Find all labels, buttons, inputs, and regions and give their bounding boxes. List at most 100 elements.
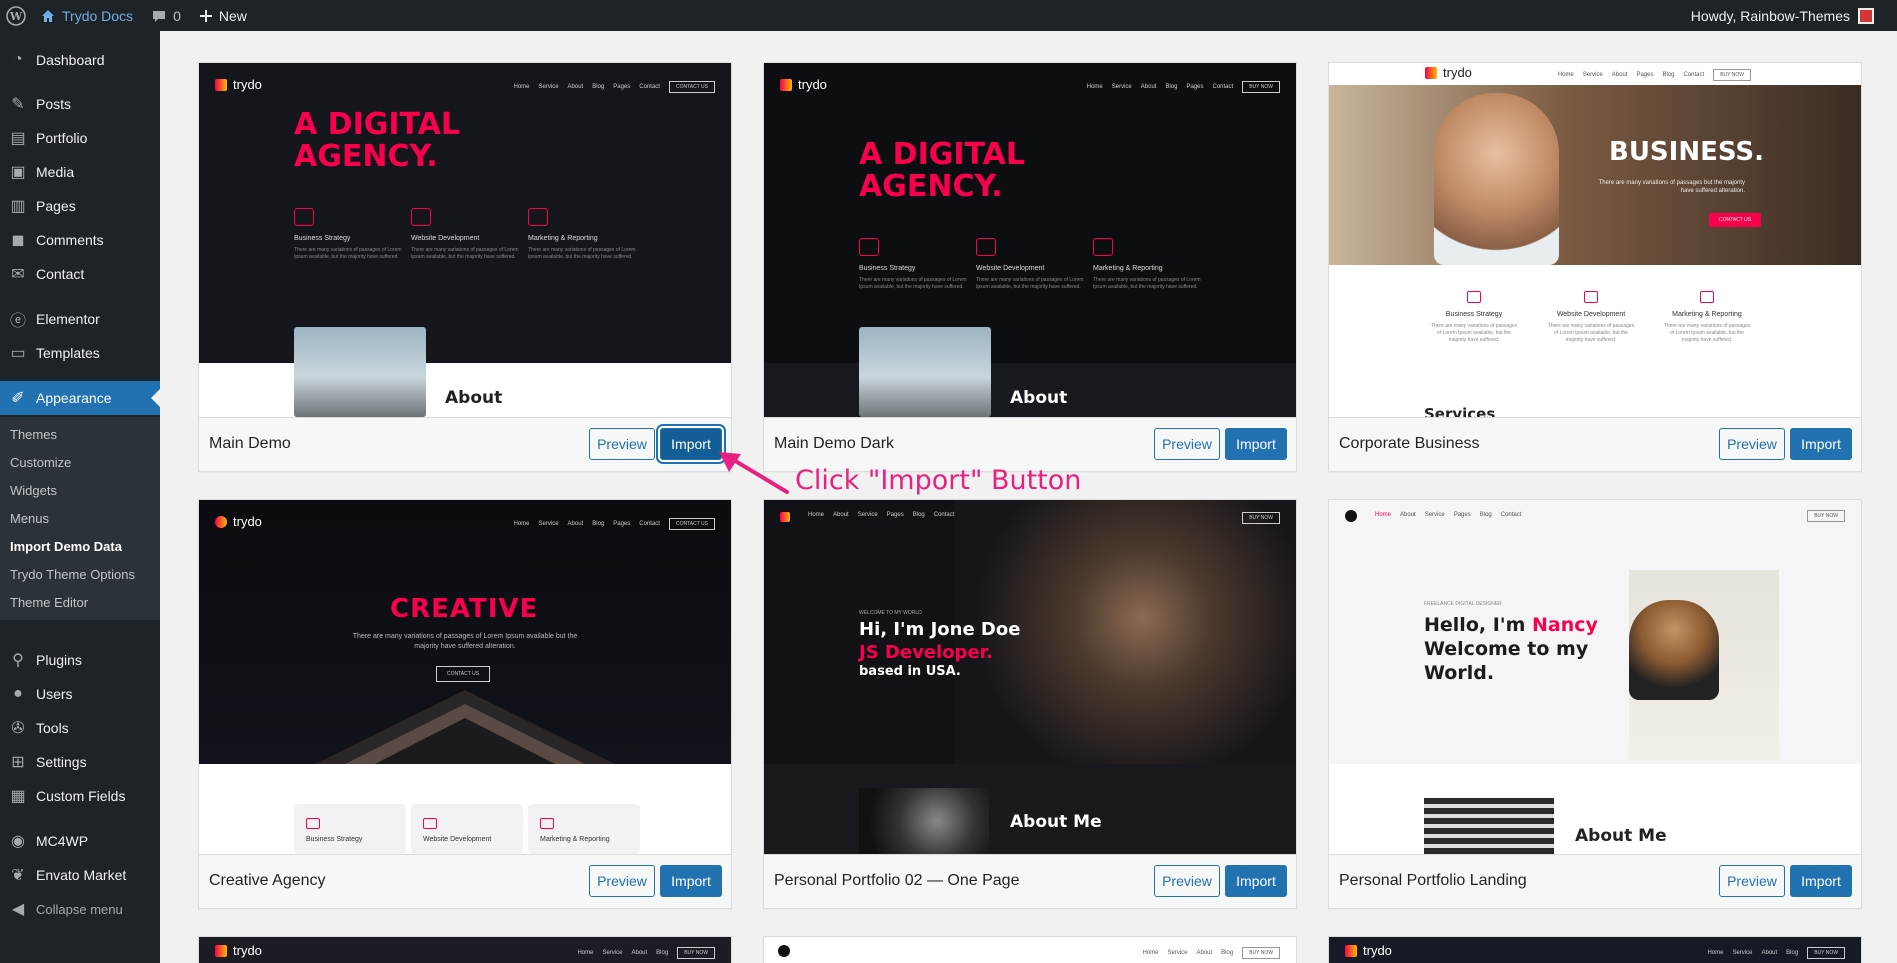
comment-count: 0	[173, 7, 181, 24]
comments-icon: ◼	[11, 232, 25, 249]
submenu-themes[interactable]: Themes	[10, 427, 57, 442]
import-button[interactable]: Import	[1790, 865, 1852, 897]
about-title: About Me	[1575, 826, 1667, 846]
submenu-widgets[interactable]: Widgets	[10, 483, 57, 498]
menu-posts[interactable]: ✎ Posts	[0, 87, 160, 121]
service-1: Business Strategy	[294, 804, 406, 854]
preview-button[interactable]: Preview	[1154, 865, 1220, 897]
hero-kicker: WELCOME TO MY WORLD	[859, 610, 922, 616]
trydo-logo: trydo	[215, 943, 262, 958]
menu-mc4wp[interactable]: ◉ MC4WP	[0, 824, 160, 858]
menu-contact[interactable]: ✉ Contact	[0, 257, 160, 291]
brand-mark	[1345, 510, 1357, 522]
menu-appearance[interactable]: ✐ Appearance	[0, 381, 160, 415]
mini-nav: Home Service About Blog Pages Contact CONTACT …	[514, 518, 715, 530]
trydo-logo: trydo	[1345, 943, 1392, 958]
settings-icon: ⊞	[11, 754, 25, 771]
preview-button[interactable]: Preview	[1719, 428, 1785, 460]
menu-label: Contact	[36, 266, 85, 282]
demo-name: Main Demo	[209, 435, 291, 452]
service-3: Marketing & Reporting There are many vari…	[1662, 291, 1752, 344]
submenu-menus[interactable]: Menus	[10, 511, 49, 526]
wordpress-logo-icon[interactable]: W	[0, 0, 31, 31]
menu-custom-fields[interactable]: ▦ Custom Fields	[0, 779, 160, 813]
annotation-arrow	[719, 452, 789, 494]
menu-settings[interactable]: ⊞ Settings	[0, 745, 160, 779]
menu-label: Templates	[36, 345, 100, 361]
leaf-icon: ❦	[11, 867, 25, 884]
preview-button[interactable]: Preview	[1154, 428, 1220, 460]
menu-plugins[interactable]: ⚲ Plugins	[0, 643, 160, 677]
menu-label: Comments	[36, 232, 104, 248]
mini-nav: Home Service About Blog Pages Contact BUY NOW	[1087, 81, 1280, 93]
demo-card-personal-portfolio-02: Home About Service Pages Blog Contact BUY NOW…	[763, 499, 1297, 909]
service-1: Business Strategy There are many variatio…	[859, 238, 969, 291]
admin-sidebar: ◔ Dashboard ✎ Posts ▤ Portfolio ▣ Media ▥ Pag…	[0, 31, 160, 963]
menu-label: Dashboard	[36, 52, 105, 68]
hero-kicker: FREELANCE DIGITAL DESIGNER	[1424, 601, 1502, 607]
demo-screenshot: Home About Service Pages Blog Contact BUY NOW…	[1329, 500, 1861, 854]
demo-card-footer: Main Demo Preview Import	[199, 417, 731, 471]
brand-mark	[778, 945, 790, 957]
menu-comments[interactable]: ◼ Comments	[0, 223, 160, 257]
menu-label: Elementor	[36, 311, 100, 327]
menu-users[interactable]: ● Users	[0, 677, 160, 711]
menu-dashboard[interactable]: ◔ Dashboard	[0, 43, 160, 77]
import-button[interactable]: Import	[660, 428, 722, 460]
submenu-customize[interactable]: Customize	[10, 455, 71, 470]
my-account-link[interactable]: Howdy, Rainbow-Themes	[1682, 0, 1883, 31]
service-3: Marketing & Reporting There are many vari…	[528, 208, 638, 261]
import-button[interactable]: Import	[1225, 865, 1287, 897]
about-photo	[1424, 798, 1554, 854]
mc4wp-icon: ◉	[11, 833, 25, 850]
hero-title: BUSINESS.	[1609, 137, 1765, 167]
demo-name: Creative Agency	[209, 872, 326, 889]
mini-nav: Home About Service Pages Blog Contact	[808, 512, 955, 518]
building-graphic	[315, 690, 615, 764]
plus-icon	[199, 9, 212, 22]
demo-name: Personal Portfolio 02 — One Page	[774, 872, 1020, 889]
menu-templates[interactable]: ▭ Templates	[0, 336, 160, 370]
menu-envato-market[interactable]: ❦ Envato Market	[0, 858, 160, 892]
submenu-import-demo-data[interactable]: Import Demo Data	[10, 539, 122, 554]
service-1: Business Strategy There are many variatio…	[294, 208, 404, 261]
submenu-theme-editor[interactable]: Theme Editor	[10, 595, 88, 610]
import-button[interactable]: Import	[1225, 428, 1287, 460]
hero-title: A DIGITAL AGENCY.	[294, 107, 460, 175]
menu-elementor[interactable]: ⓔ Elementor	[0, 302, 160, 336]
site-name: Trydo Docs	[62, 7, 134, 24]
hero-title: CREATIVE	[390, 594, 539, 624]
preview-button[interactable]: Preview	[589, 428, 655, 460]
menu-tools[interactable]: ✇ Tools	[0, 711, 160, 745]
about-title: About	[445, 388, 503, 408]
comments-link[interactable]: 0	[142, 0, 190, 31]
menu-label: Pages	[36, 198, 76, 214]
import-button[interactable]: Import	[660, 865, 722, 897]
demo-name: Corporate Business	[1339, 435, 1480, 452]
menu-media[interactable]: ▣ Media	[0, 155, 160, 189]
person-photo	[1629, 600, 1719, 700]
demo-card-footer: Corporate Business Preview Import	[1329, 417, 1861, 471]
preview-button[interactable]: Preview	[589, 865, 655, 897]
portfolio-icon: ▤	[10, 130, 26, 147]
new-content-link[interactable]: New	[190, 0, 256, 31]
demo-card-main-demo-dark: trydo Home Service About Blog Pages Contact BU…	[763, 62, 1297, 472]
avatar	[1858, 7, 1874, 24]
mini-nav: Home Service About Blog Pages Contact CONTACT …	[514, 81, 715, 93]
svg-text:W: W	[8, 10, 22, 23]
media-icon: ▣	[10, 164, 26, 181]
menu-portfolio[interactable]: ▤ Portfolio	[0, 121, 160, 155]
collapse-menu-button[interactable]: ◀ Collapse menu	[0, 892, 160, 926]
import-button[interactable]: Import	[1790, 428, 1852, 460]
mini-nav: Home Service About Blog BUY NOW	[1142, 947, 1280, 959]
demo-card-main-demo: trydo Home Service About Blog Pages Contact CO…	[198, 62, 732, 472]
menu-label: Posts	[36, 96, 72, 112]
hero-cta: CONTACT US	[1709, 213, 1762, 227]
mini-nav-right: BUY NOW	[1242, 512, 1280, 524]
service-2: Website Development	[411, 804, 523, 854]
pages-icon: ▥	[10, 198, 26, 215]
menu-pages[interactable]: ▥ Pages	[0, 189, 160, 223]
submenu-trydo-theme-options[interactable]: Trydo Theme Options	[10, 567, 135, 582]
preview-button[interactable]: Preview	[1719, 865, 1785, 897]
site-name-link[interactable]: Trydo Docs	[31, 0, 142, 31]
